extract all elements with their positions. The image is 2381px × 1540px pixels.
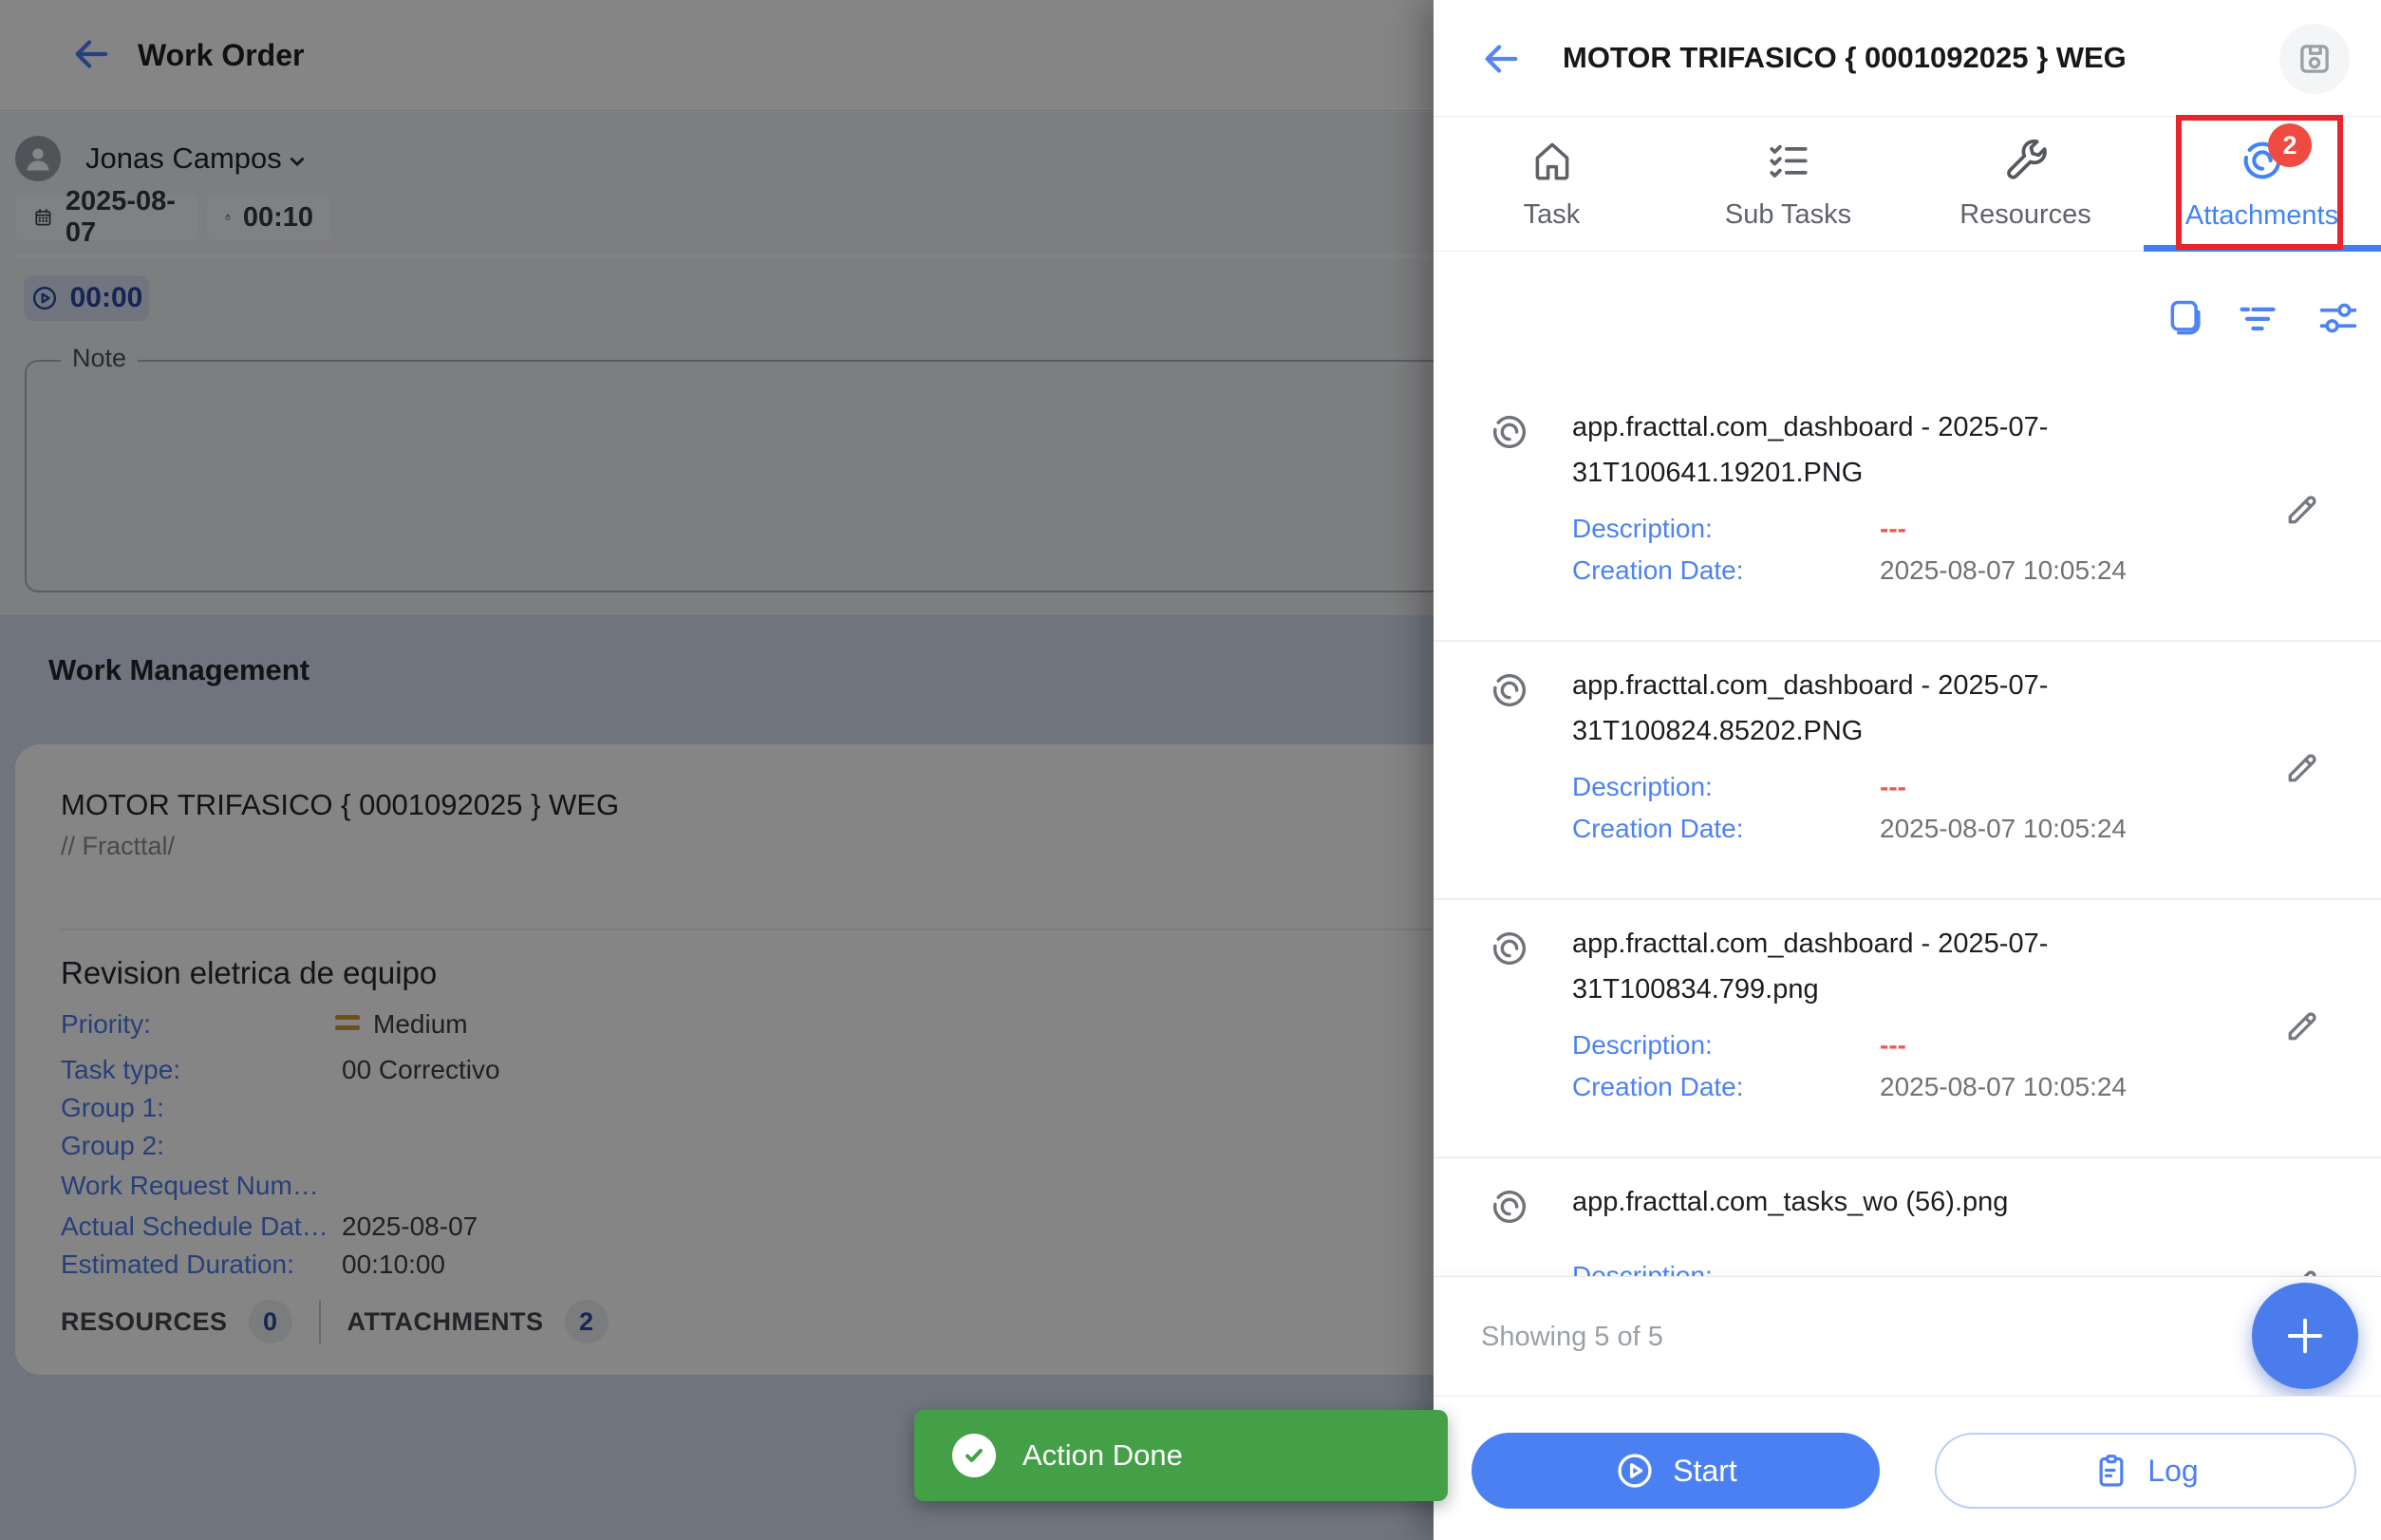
attachment-description-row: Description: --- xyxy=(1572,1030,2313,1068)
start-button[interactable]: Start xyxy=(1472,1433,1880,1509)
attachment-filename: app.fracttal.com_dashboard - 2025-07-31T… xyxy=(1572,404,2279,496)
list-footer: Showing 5 of 5 xyxy=(1434,1276,2381,1396)
edit-pencil-icon[interactable] xyxy=(2282,488,2324,530)
tab-sub-tasks[interactable]: Sub Tasks xyxy=(1670,117,1906,251)
attachment-filename: app.fracttal.com_tasks_wo (56).png xyxy=(1572,1179,2279,1225)
edit-pencil-icon[interactable] xyxy=(2282,746,2324,788)
paperclip-icon xyxy=(1488,668,1531,712)
filter-icon[interactable] xyxy=(2237,297,2278,339)
drawer-header: MOTOR TRIFASICO { 0001092025 } WEG xyxy=(1434,0,2381,117)
save-button[interactable] xyxy=(2279,24,2350,94)
wrench-icon xyxy=(2002,137,2050,184)
check-circle-icon xyxy=(952,1434,996,1477)
annotation-highlight-rect xyxy=(2176,115,2343,250)
paperclip-icon xyxy=(1488,1185,1531,1229)
attachments-list: app.fracttal.com_dashboard - 2025-07-31T… xyxy=(1434,384,2381,1276)
paperclip-icon xyxy=(1488,410,1531,454)
plus-icon xyxy=(2280,1311,2330,1361)
app-root: Work Order Jonas Campos 2025-08-07 00:10… xyxy=(0,0,2381,1540)
attachment-creation-row: Creation Date: 2025-08-07 10:05:24 xyxy=(1572,555,2313,593)
back-arrow-icon[interactable] xyxy=(1479,37,1523,81)
checklist-icon xyxy=(1765,137,1812,184)
attachment-row[interactable]: app.fracttal.com_dashboard - 2025-07-31T… xyxy=(1434,384,2381,642)
drawer-title: MOTOR TRIFASICO { 0001092025 } WEG xyxy=(1563,0,2127,116)
play-circle-icon xyxy=(1614,1450,1656,1492)
add-attachment-fab[interactable] xyxy=(2252,1283,2358,1389)
toast-action-done: Action Done xyxy=(914,1410,1448,1501)
tune-settings-icon[interactable] xyxy=(2317,297,2359,339)
edit-pencil-icon[interactable] xyxy=(2282,1005,2324,1046)
attachment-row[interactable]: app.fracttal.com_dashboard - 2025-07-31T… xyxy=(1434,900,2381,1158)
log-button[interactable]: Log xyxy=(1935,1433,2356,1509)
drawer-actions: Start Log xyxy=(1434,1396,2381,1540)
attachment-filename: app.fracttal.com_dashboard - 2025-07-31T… xyxy=(1572,663,2279,754)
home-icon xyxy=(1528,137,1576,184)
attachment-creation-row: Creation Date: 2025-08-07 10:05:24 xyxy=(1572,1072,2313,1110)
attachment-row[interactable]: app.fracttal.com_dashboard - 2025-07-31T… xyxy=(1434,642,2381,900)
clipboard-icon xyxy=(2092,1452,2130,1490)
edit-pencil-icon[interactable] xyxy=(2282,1263,2324,1276)
attachment-description-row: Description: --- xyxy=(1572,772,2313,810)
paperclip-icon xyxy=(1488,927,1531,970)
save-icon xyxy=(2295,39,2334,79)
toast-message: Action Done xyxy=(1022,1438,1183,1473)
tab-resources[interactable]: Resources xyxy=(1907,117,2144,251)
attachment-creation-row: Creation Date: 2025-08-07 10:05:24 xyxy=(1572,814,2313,852)
showing-count: Showing 5 of 5 xyxy=(1481,1277,1663,1397)
tab-task[interactable]: Task xyxy=(1434,117,1670,251)
multi-select-icon[interactable] xyxy=(2165,297,2207,339)
attachment-row[interactable]: app.fracttal.com_tasks_wo (56).png Descr… xyxy=(1434,1158,2381,1276)
attachment-description-row: Description: --- xyxy=(1572,1261,2313,1276)
attachment-filename: app.fracttal.com_dashboard - 2025-07-31T… xyxy=(1572,921,2279,1012)
attachment-description-row: Description: --- xyxy=(1572,514,2313,552)
